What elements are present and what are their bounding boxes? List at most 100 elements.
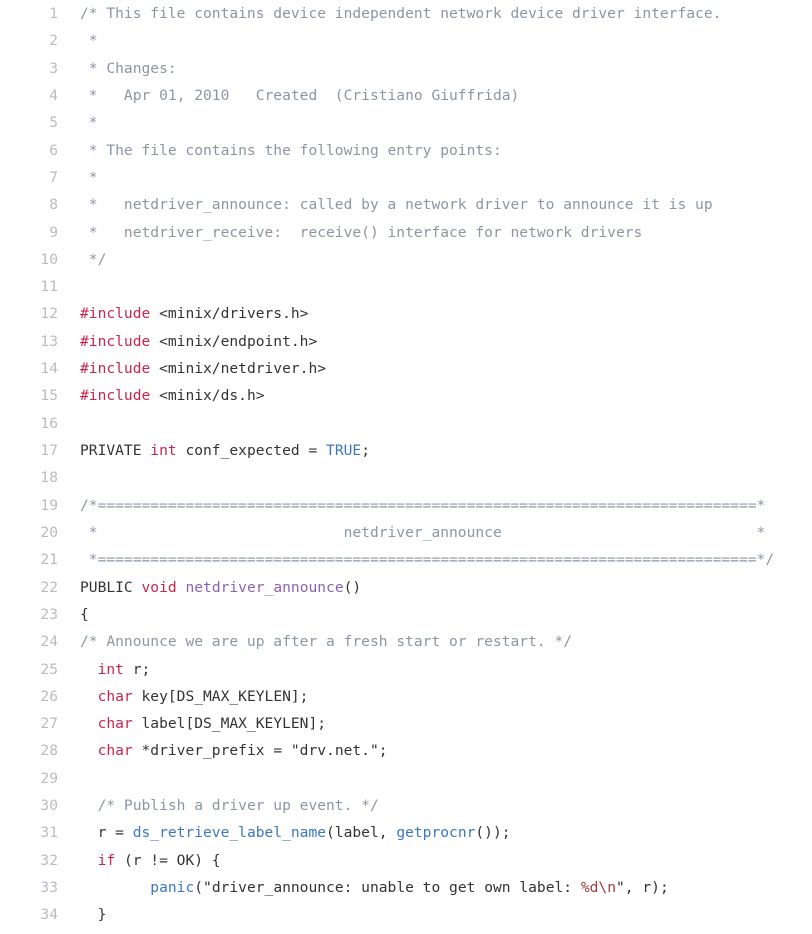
code-line-content[interactable]: #include <minix/netdriver.h>: [80, 355, 812, 382]
code-line-row[interactable]: 33 panic("driver_announce: unable to get…: [0, 874, 812, 901]
code-line-row[interactable]: 7 *: [0, 164, 812, 191]
code-viewer[interactable]: 1 /* This file contains device independen…: [0, 0, 812, 934]
line-number: 28: [40, 742, 58, 760]
code-line-content[interactable]: * Changes:: [80, 55, 812, 82]
code-line-content[interactable]: PRIVATE int conf_expected = TRUE;: [80, 437, 812, 464]
code-line-content[interactable]: PUBLIC void netdriver_announce(): [80, 574, 812, 601]
code-line-row[interactable]: 5 *: [0, 109, 812, 136]
code-line-row[interactable]: 15 #include <minix/ds.h>: [0, 382, 812, 409]
code-line-row[interactable]: 32 if (r != OK) {: [0, 847, 812, 874]
code-line-row[interactable]: 10 */: [0, 246, 812, 273]
code-token-comment: * netdriver_receive: receive() interface…: [80, 223, 643, 241]
line-number: 13: [40, 332, 58, 350]
code-line-row[interactable]: 23 {: [0, 601, 812, 628]
code-line-content[interactable]: #include <minix/drivers.h>: [80, 300, 812, 327]
code-line-row[interactable]: 9 * netdriver_receive: receive() interfa…: [0, 219, 812, 246]
code-line-row[interactable]: 25 int r;: [0, 656, 812, 683]
code-token-plain: label[DS_MAX_KEYLEN];: [132, 715, 327, 733]
code-line-content[interactable]: r = ds_retrieve_label_name(label, getpro…: [80, 819, 812, 846]
code-line-row[interactable]: 6 * The file contains the following entr…: [0, 137, 812, 164]
code-token-comment: /* This file contains device independent…: [80, 5, 722, 22]
code-token-plain: key[DS_MAX_KEYLEN];: [132, 687, 309, 705]
line-number: 26: [40, 687, 58, 705]
code-line-row[interactable]: 26 char key[DS_MAX_KEYLEN];: [0, 683, 812, 710]
code-line-content[interactable]: panic("driver_announce: unable to get ow…: [80, 874, 812, 901]
code-line-row[interactable]: 34 }: [0, 901, 812, 928]
code-line-row[interactable]: 20 * netdriver_announce *: [0, 519, 812, 546]
code-line-row[interactable]: 27 char label[DS_MAX_KEYLEN];: [0, 710, 812, 737]
code-token-function: getprocnr: [396, 824, 476, 842]
code-line-content[interactable]: int r;: [80, 656, 812, 683]
code-line-content[interactable]: char label[DS_MAX_KEYLEN];: [80, 710, 812, 737]
code-line-content[interactable]: * netdriver_receive: receive() interface…: [80, 219, 812, 246]
code-line-row[interactable]: 29: [0, 765, 812, 792]
code-token-comment: *=======================================…: [80, 551, 775, 569]
code-line-row[interactable]: 11: [0, 273, 812, 300]
code-line-row[interactable]: 1 /* This file contains device independen…: [0, 0, 812, 27]
code-line-content[interactable]: #include <minix/endpoint.h>: [80, 328, 812, 355]
code-line-row[interactable]: 2 *: [0, 27, 812, 54]
code-line-content[interactable]: if (r != OK) {: [80, 847, 812, 874]
line-number: 23: [40, 605, 58, 623]
line-number: 6: [49, 141, 58, 159]
code-line-content[interactable]: [80, 410, 812, 437]
code-line-row[interactable]: 28 char *driver_prefix = "drv.net.";: [0, 737, 812, 764]
code-line-content[interactable]: /*======================================…: [80, 492, 812, 519]
code-line-row[interactable]: 18: [0, 464, 812, 491]
code-line-content[interactable]: * The file contains the following entry …: [80, 137, 812, 164]
code-line-content[interactable]: *: [80, 27, 812, 54]
code-line-row[interactable]: 22 PUBLIC void netdriver_announce(): [0, 574, 812, 601]
code-line-row[interactable]: 24 /* Announce we are up after a fresh st…: [0, 628, 812, 655]
line-number: 1: [49, 5, 58, 22]
code-line-content[interactable]: {: [80, 601, 812, 628]
code-line-content[interactable]: * netdriver_announce: called by a networ…: [80, 191, 812, 218]
code-token-plain: *driver_prefix =: [132, 742, 291, 760]
code-line-row[interactable]: 21 *====================================…: [0, 546, 812, 573]
code-line-content[interactable]: /* Publish a driver up event. */: [80, 792, 812, 819]
code-line-content[interactable]: *: [80, 109, 812, 136]
code-line-content[interactable]: *: [80, 164, 812, 191]
code-token-keyword: char: [97, 715, 133, 733]
code-line-row[interactable]: 12 #include <minix/drivers.h>: [0, 300, 812, 327]
line-number: 14: [40, 360, 58, 378]
code-line-row[interactable]: 19 /*====================================…: [0, 492, 812, 519]
code-token-string: ": [616, 879, 625, 896]
line-number: 24: [40, 633, 58, 651]
code-line-row[interactable]: 16: [0, 410, 812, 437]
code-line-row[interactable]: 17 PRIVATE int conf_expected = TRUE;: [0, 437, 812, 464]
code-line-content[interactable]: }: [80, 901, 812, 928]
code-line-row[interactable]: 13 #include <minix/endpoint.h>: [0, 328, 812, 355]
code-line-row[interactable]: 30 /* Publish a driver up event. */: [0, 792, 812, 819]
code-line-content[interactable]: */: [80, 246, 812, 273]
code-line-content[interactable]: [80, 273, 812, 300]
code-line-row[interactable]: 4 * Apr 01, 2010 Created (Cristiano Giuf…: [0, 82, 812, 109]
code-token-plain: ;: [378, 742, 388, 760]
code-token-comment: * netdriver_announce: called by a networ…: [80, 196, 713, 214]
code-line-content[interactable]: /* This file contains device independent…: [80, 0, 812, 27]
code-token-plain: , r);: [624, 879, 669, 896]
code-line-content[interactable]: char key[DS_MAX_KEYLEN];: [80, 683, 812, 710]
code-token-keyword: int: [97, 660, 124, 678]
line-number: 2: [49, 32, 58, 50]
code-line-row[interactable]: 31 r = ds_retrieve_label_name(label, get…: [0, 819, 812, 846]
code-line-content[interactable]: * netdriver_announce *: [80, 519, 812, 546]
code-line-content[interactable]: char *driver_prefix = "drv.net.";: [80, 737, 812, 764]
code-token-plain: {: [80, 605, 89, 623]
code-token-constant: TRUE: [326, 442, 362, 459]
line-number: 33: [40, 879, 58, 896]
code-line-content[interactable]: /* Announce we are up after a fresh star…: [80, 628, 812, 655]
code-line-content[interactable]: #include <minix/ds.h>: [80, 382, 812, 409]
code-line-content[interactable]: [80, 464, 812, 491]
line-number: 19: [40, 496, 58, 514]
code-line-content[interactable]: * Apr 01, 2010 Created (Cristiano Giuffr…: [80, 82, 812, 109]
code-line-row[interactable]: 8 * netdriver_announce: called by a netw…: [0, 191, 812, 218]
code-line-row[interactable]: 3 * Changes:: [0, 55, 812, 82]
code-line-content[interactable]: *=======================================…: [80, 546, 812, 573]
code-token-function: panic: [150, 879, 195, 896]
code-line-content[interactable]: [80, 765, 812, 792]
code-line-row[interactable]: 14 #include <minix/netdriver.h>: [0, 355, 812, 382]
code-token-comment: *: [80, 114, 98, 132]
